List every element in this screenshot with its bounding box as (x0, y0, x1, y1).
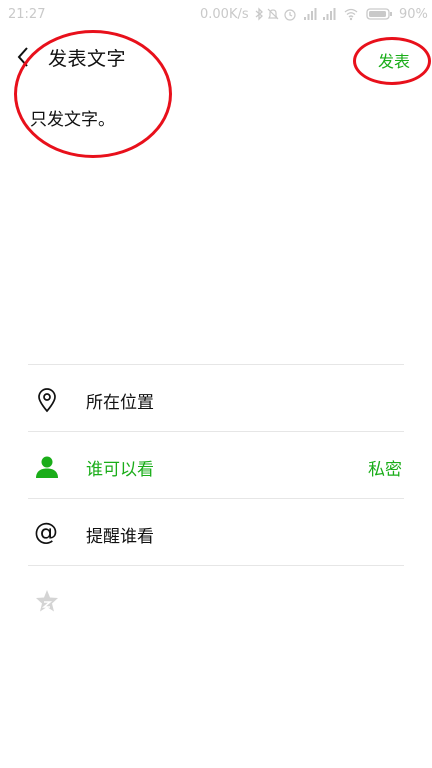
publish-button[interactable]: 发表 (378, 48, 410, 72)
chevron-left-icon (17, 47, 28, 67)
person-icon (36, 456, 58, 478)
option-visibility[interactable]: 谁可以看 私密 (28, 431, 404, 498)
alarm-icon (284, 9, 296, 21)
option-location[interactable]: 所在位置 (28, 364, 404, 431)
option-mention[interactable]: @ 提醒谁看 (28, 498, 404, 565)
top-bar: 发表文字 发表 (0, 30, 432, 86)
at-icon: @ (34, 518, 58, 546)
location-pin-icon (38, 388, 56, 413)
option-mention-label: 提醒谁看 (86, 527, 154, 547)
post-text-input[interactable]: 只发文字。 (30, 105, 115, 130)
status-time: 21:27 (8, 7, 46, 22)
option-location-label: 所在位置 (86, 393, 154, 413)
back-button[interactable] (12, 44, 36, 70)
signal-icon (304, 8, 317, 20)
signal-icon (323, 8, 336, 20)
bluetooth-icon (255, 7, 263, 21)
page-title: 发表文字 (48, 48, 127, 70)
option-star[interactable] (28, 565, 404, 632)
option-visibility-value: 私密 (368, 460, 402, 480)
battery-percent: 90% (399, 7, 428, 22)
option-visibility-label: 谁可以看 (86, 460, 154, 480)
wifi-icon (344, 8, 358, 21)
battery-icon (366, 8, 392, 20)
post-options-list: 所在位置 谁可以看 私密 @ 提醒谁看 (28, 364, 404, 632)
star-icon (36, 590, 58, 612)
post-text-page: 21:27 0.00K/s 90% 发表文字 发表 只发文字。 所在位置 谁可以… (0, 0, 432, 768)
do-not-disturb-icon (267, 8, 279, 20)
network-speed: 0.00K/s (200, 7, 249, 22)
status-bar: 21:27 0.00K/s 90% (0, 0, 432, 30)
